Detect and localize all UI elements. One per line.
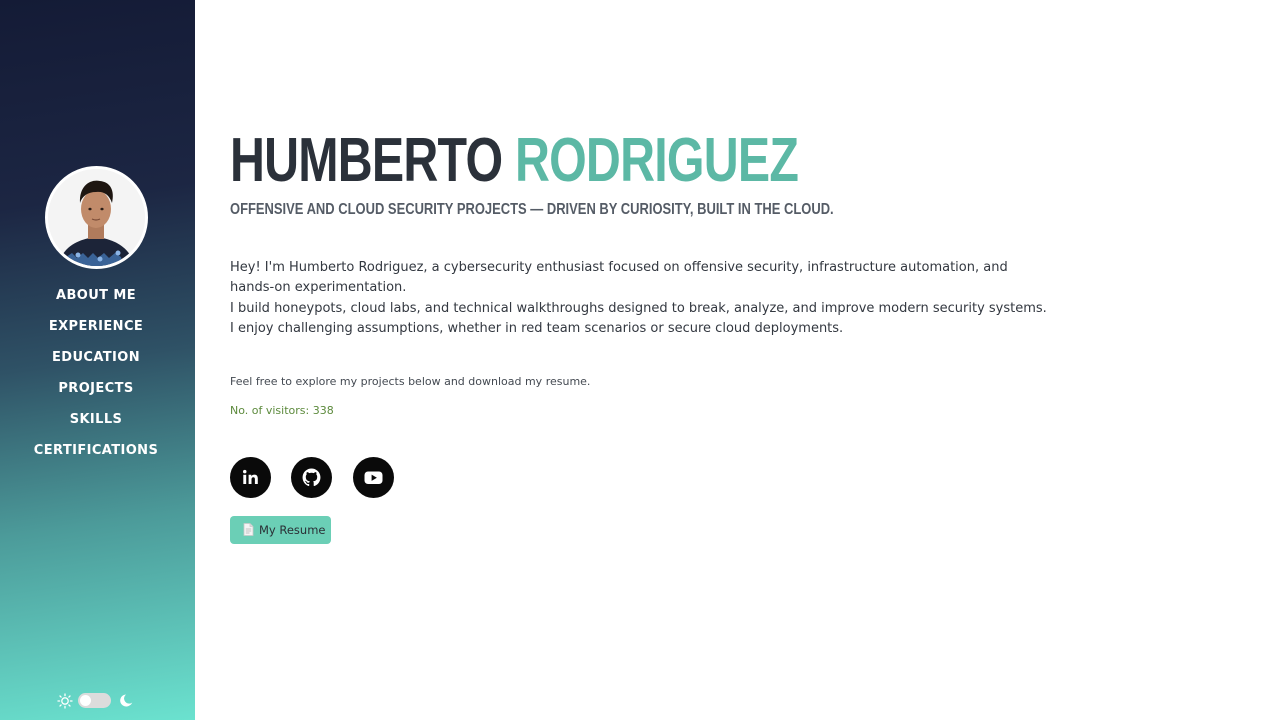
page-title: HUMBERTO RODRIGUEZ bbox=[230, 121, 799, 201]
sun-icon bbox=[57, 693, 73, 709]
explore-text: Feel free to explore my projects below a… bbox=[230, 375, 591, 388]
nav-item-experience[interactable]: EXPERIENCE bbox=[0, 317, 192, 348]
theme-switch[interactable] bbox=[78, 693, 111, 708]
nav-item-certifications[interactable]: CERTIFICATIONS bbox=[0, 441, 192, 472]
first-name: HUMBERTO bbox=[230, 126, 503, 195]
linkedin-link[interactable] bbox=[230, 457, 271, 498]
last-name: RODRIGUEZ bbox=[514, 126, 799, 195]
document-icon bbox=[243, 523, 254, 536]
youtube-link[interactable] bbox=[353, 457, 394, 498]
bio: Hey! I'm Humberto Rodriguez, a cybersecu… bbox=[230, 258, 1050, 339]
moon-icon bbox=[120, 694, 133, 707]
nav-item-projects[interactable]: PROJECTS bbox=[0, 379, 192, 410]
theme-switch-knob bbox=[80, 695, 91, 706]
bio-line: Hey! I'm Humberto Rodriguez, a cybersecu… bbox=[230, 260, 1008, 296]
profile-photo bbox=[48, 169, 145, 266]
sidebar: ABOUT ME EXPERIENCE EDUCATION PROJECTS S… bbox=[0, 0, 195, 720]
tagline: OFFENSIVE AND CLOUD SECURITY PROJECTS — … bbox=[230, 201, 834, 218]
visitor-counter: No. of visitors: 338 bbox=[230, 404, 334, 417]
main-nav: ABOUT ME EXPERIENCE EDUCATION PROJECTS S… bbox=[0, 286, 192, 472]
resume-button-label: My Resume bbox=[259, 523, 326, 537]
github-link[interactable] bbox=[291, 457, 332, 498]
youtube-icon bbox=[364, 471, 383, 484]
resume-button[interactable]: My Resume bbox=[230, 516, 331, 544]
github-icon bbox=[302, 468, 321, 487]
linkedin-icon bbox=[243, 469, 258, 484]
bio-line: I build honeypots, cloud labs, and techn… bbox=[230, 300, 1047, 336]
nav-item-skills[interactable]: SKILLS bbox=[0, 410, 192, 441]
theme-toggle[interactable] bbox=[57, 692, 137, 710]
nav-item-education[interactable]: EDUCATION bbox=[0, 348, 192, 379]
nav-item-about-me[interactable]: ABOUT ME bbox=[0, 286, 192, 317]
avatar bbox=[45, 166, 148, 269]
